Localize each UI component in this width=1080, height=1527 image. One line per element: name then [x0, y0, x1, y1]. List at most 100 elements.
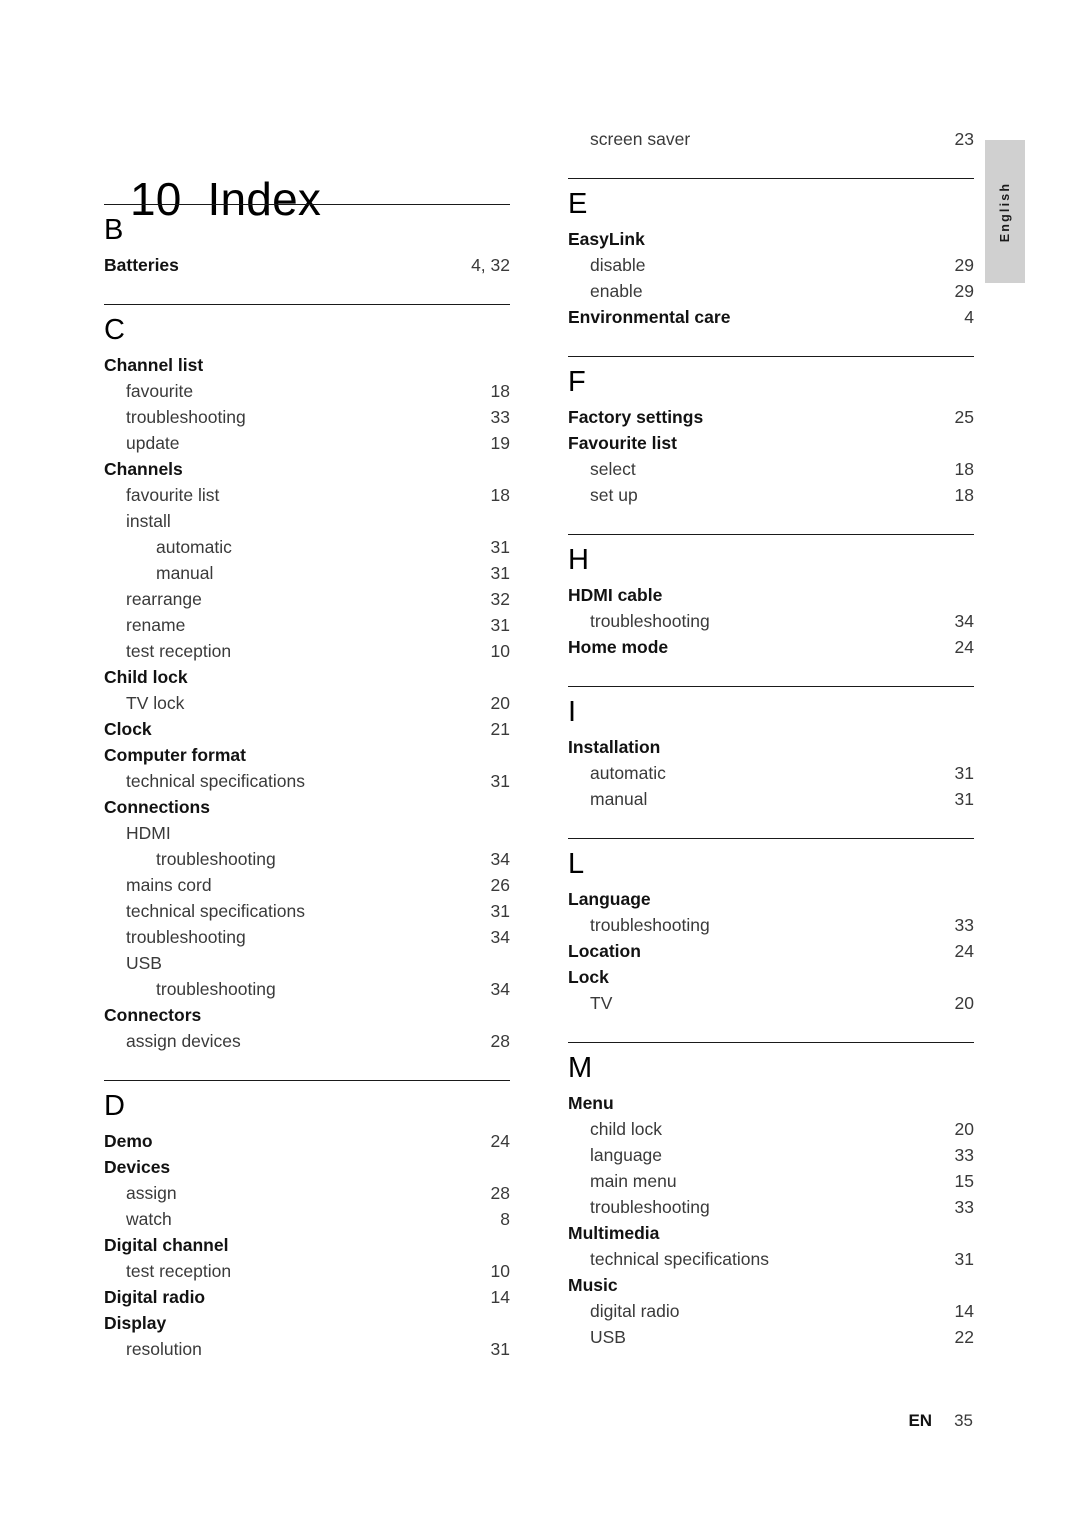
index-entry[interactable]: language 33 [568, 1142, 974, 1168]
index-column-right: screen saver 23 E EasyLink disable 29 enable 29… [568, 126, 974, 1350]
index-entry-label: Language [568, 889, 651, 909]
index-entry[interactable]: USB [104, 950, 510, 976]
index-entry[interactable]: update 19 [104, 430, 510, 456]
index-entry[interactable]: Environmental care 4 [568, 304, 974, 330]
index-entry[interactable]: Home mode 24 [568, 634, 974, 660]
index-entry-label: update [126, 433, 180, 453]
index-entry[interactable]: set up 18 [568, 482, 974, 508]
index-entry[interactable]: disable 29 [568, 252, 974, 278]
index-entry[interactable]: TV lock 20 [104, 690, 510, 716]
index-entry[interactable]: Clock 21 [104, 716, 510, 742]
index-entry[interactable]: child lock 20 [568, 1116, 974, 1142]
index-entry-label: Installation [568, 737, 661, 757]
index-entry[interactable]: mains cord 26 [104, 872, 510, 898]
index-entry[interactable]: select 18 [568, 456, 974, 482]
index-entry[interactable]: manual 31 [568, 786, 974, 812]
index-entry[interactable]: Display [104, 1310, 510, 1336]
index-entry[interactable]: HDMI cable [568, 582, 974, 608]
index-entry[interactable]: Multimedia [568, 1220, 974, 1246]
index-entry[interactable]: favourite list 18 [104, 482, 510, 508]
index-entry[interactable]: troubleshooting 33 [104, 404, 510, 430]
index-entry[interactable]: USB 22 [568, 1324, 974, 1350]
footer-page-number: 35 [954, 1411, 973, 1430]
index-entry[interactable]: Channel list [104, 352, 510, 378]
index-entry-page: 25 [954, 407, 974, 427]
index-entry[interactable]: Connections [104, 794, 510, 820]
index-entry[interactable]: Batteries 4, 32 [104, 252, 510, 278]
page-footer: EN 35 [899, 1391, 973, 1431]
index-entry[interactable]: troubleshooting 33 [568, 912, 974, 938]
index-entry[interactable]: Demo 24 [104, 1128, 510, 1154]
index-entry-label: troubleshooting [156, 979, 276, 999]
index-entry[interactable]: automatic 31 [104, 534, 510, 560]
index-entry[interactable]: troubleshooting 34 [104, 924, 510, 950]
index-entry[interactable]: Menu [568, 1090, 974, 1116]
index-entry[interactable]: Child lock [104, 664, 510, 690]
index-entry-label: manual [590, 789, 648, 809]
index-entry-label: HDMI [126, 823, 171, 843]
index-entry[interactable]: assign 28 [104, 1180, 510, 1206]
index-entry-page: 33 [490, 407, 510, 427]
index-entry-page: 31 [490, 563, 510, 583]
index-entry[interactable]: Installation [568, 734, 974, 760]
index-entry[interactable]: rearrange 32 [104, 586, 510, 612]
index-entry-label: rearrange [126, 589, 202, 609]
index-section-m: M Menu child lock 20 language 33 main menu 15 tr… [568, 1016, 974, 1350]
index-entry-label: troubleshooting [590, 915, 710, 935]
index-entry[interactable]: troubleshooting 33 [568, 1194, 974, 1220]
index-entry[interactable]: Connectors [104, 1002, 510, 1028]
index-entry[interactable]: enable 29 [568, 278, 974, 304]
index-entry[interactable]: TV 20 [568, 990, 974, 1016]
index-entry[interactable]: technical specifications 31 [104, 768, 510, 794]
index-entry[interactable]: Devices [104, 1154, 510, 1180]
index-entry[interactable]: screen saver 23 [568, 126, 974, 152]
index-entry-page: 34 [490, 927, 510, 947]
index-entry[interactable]: test reception 10 [104, 638, 510, 664]
section-letter: L [568, 848, 585, 880]
index-entry-label: Demo [104, 1131, 153, 1151]
index-entry[interactable]: technical specifications 31 [568, 1246, 974, 1272]
index-entry-label: Clock [104, 719, 152, 739]
section-letter: D [104, 1090, 125, 1122]
index-entry-page: 24 [954, 941, 974, 961]
index-entry-page: 8 [500, 1209, 510, 1229]
index-entry[interactable]: troubleshooting 34 [568, 608, 974, 634]
index-entry[interactable]: Channels [104, 456, 510, 482]
index-entry-label: child lock [590, 1119, 662, 1139]
index-entry[interactable]: test reception 10 [104, 1258, 510, 1284]
index-entry[interactable]: install [104, 508, 510, 534]
index-entry[interactable]: HDMI [104, 820, 510, 846]
index-entry[interactable]: Language [568, 886, 974, 912]
index-entry[interactable]: resolution 31 [104, 1336, 510, 1362]
index-entry[interactable]: Digital channel [104, 1232, 510, 1258]
index-entry[interactable]: digital radio 14 [568, 1298, 974, 1324]
index-entry[interactable]: assign devices 28 [104, 1028, 510, 1054]
index-entry[interactable]: troubleshooting 34 [104, 846, 510, 872]
index-entry-page: 34 [954, 611, 974, 631]
index-entry[interactable]: favourite 18 [104, 378, 510, 404]
index-entry-label: TV lock [126, 693, 185, 713]
index-entry-label: disable [590, 255, 646, 275]
index-entry[interactable]: Music [568, 1272, 974, 1298]
index-entry-page: 20 [954, 993, 974, 1013]
index-entry[interactable]: rename 31 [104, 612, 510, 638]
index-entry[interactable]: automatic 31 [568, 760, 974, 786]
index-entry[interactable]: watch 8 [104, 1206, 510, 1232]
index-entry[interactable]: Favourite list [568, 430, 974, 456]
index-entry[interactable]: main menu 15 [568, 1168, 974, 1194]
index-entry[interactable]: Factory settings 25 [568, 404, 974, 430]
index-entry[interactable]: Location 24 [568, 938, 974, 964]
index-entry[interactable]: EasyLink [568, 226, 974, 252]
index-entry[interactable]: manual 31 [104, 560, 510, 586]
index-column-left: B Batteries 4, 32 C Channel list favourite 18 t… [104, 118, 510, 1362]
index-entry[interactable]: technical specifications 31 [104, 898, 510, 924]
index-entry-label: Channels [104, 459, 183, 479]
index-entry[interactable]: Digital radio 14 [104, 1284, 510, 1310]
index-entry[interactable]: Computer format [104, 742, 510, 768]
index-entry[interactable]: troubleshooting 34 [104, 976, 510, 1002]
index-entry[interactable]: Lock [568, 964, 974, 990]
index-entry-label: favourite list [126, 485, 220, 505]
language-side-tab: English [985, 140, 1025, 283]
